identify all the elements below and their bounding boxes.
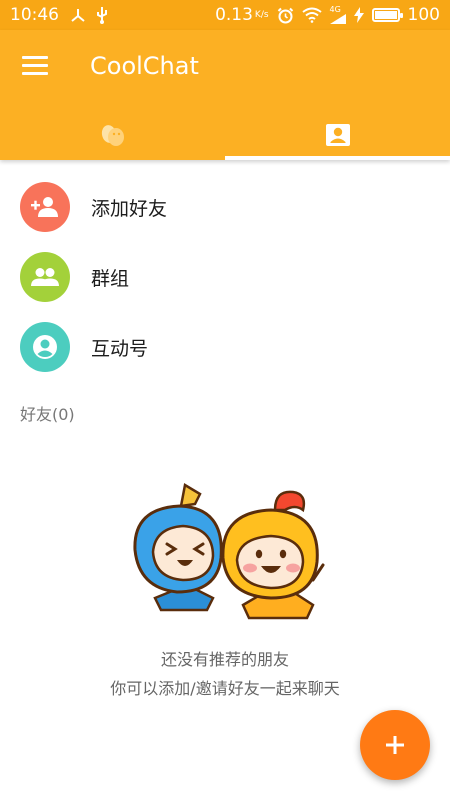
plus-icon (386, 736, 404, 754)
empty-state-line2: 你可以添加/邀请好友一起来聊天 (110, 679, 340, 698)
groups-label: 群组 (91, 267, 130, 290)
battery-fill (374, 11, 397, 19)
signal-label: 4G (329, 5, 341, 14)
empty-state-line1: 还没有推荐的朋友 (160, 650, 289, 669)
usb-icon (97, 7, 107, 24)
interaction-account-row[interactable]: 互动号 (0, 312, 450, 382)
groups-row[interactable]: 群组 (0, 242, 450, 312)
contacts-icon (325, 124, 350, 146)
status-time: 10:46 (10, 5, 59, 25)
charging-icon (353, 7, 364, 23)
share-icon (71, 9, 85, 22)
add-friend-avatar (20, 182, 70, 232)
interaction-account-avatar (20, 322, 70, 372)
groups-avatar (20, 252, 70, 302)
tab-indicator (225, 156, 450, 160)
app-bar: CoolChat (0, 30, 450, 160)
tab-chats[interactable] (0, 110, 225, 160)
battery-percent: 100 (407, 5, 440, 25)
chat-bird-icon (101, 125, 124, 146)
cell-signal: 4G (329, 5, 346, 24)
signal-icon (329, 14, 346, 24)
tab-contacts[interactable] (225, 110, 450, 160)
add-friend-row[interactable]: 添加好友 (0, 172, 450, 242)
status-bar: 10:46 0.13 K/s 4G 100 (0, 0, 450, 30)
hamburger-menu-icon[interactable] (22, 56, 48, 76)
tab-bar (0, 110, 450, 160)
add-friend-label: 添加好友 (91, 197, 168, 220)
group-icon (31, 268, 59, 286)
app-title: CoolChat (90, 52, 199, 80)
interaction-account-label: 互动号 (91, 337, 149, 360)
battery-icon (371, 8, 403, 22)
status-left-icons (69, 6, 109, 24)
friends-section-header: 好友(0) (20, 405, 75, 424)
add-person-icon (31, 197, 58, 217)
network-speed: 0.13 (215, 5, 253, 25)
alarm-icon (277, 7, 293, 23)
two-happy-characters-illustration (133, 483, 325, 620)
wifi-icon (301, 7, 322, 23)
status-right-icons: 0.13 K/s 4G 100 (215, 5, 440, 25)
network-unit: K/s (254, 9, 269, 20)
action-list: 添加好友 群组 互动号 (0, 172, 450, 382)
account-circle-icon (33, 335, 57, 359)
add-fab-button[interactable] (360, 710, 430, 780)
